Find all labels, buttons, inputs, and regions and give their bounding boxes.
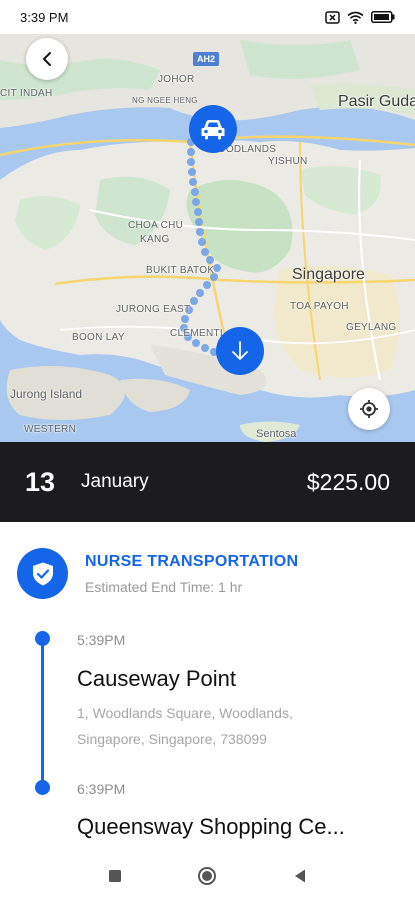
pickup-time: 5:39PM (77, 632, 126, 648)
map-label: CHOA CHU (128, 220, 184, 231)
map-label: BUKIT BATOK (146, 265, 215, 276)
recents-icon[interactable] (108, 869, 122, 883)
pickup-location: Causeway Point (77, 666, 236, 691)
dropoff-time: 6:39PM (77, 781, 126, 797)
map-label: TOA PAYOH (290, 301, 349, 312)
map-label: CLEMENTI (170, 328, 223, 339)
map-base (0, 30, 415, 442)
timeline-dot (35, 780, 50, 795)
service-estimate: Estimated End Time: 1 hr (85, 579, 243, 595)
pickup-marker[interactable] (189, 105, 237, 153)
map-label: Jurong Island (10, 387, 83, 401)
wifi-icon (347, 11, 364, 24)
status-time: 3:39 PM (20, 9, 69, 25)
map-label: KANG (140, 234, 170, 245)
shield-check-icon (32, 562, 53, 585)
map-label: YISHUN (268, 156, 308, 167)
map-label: JOHOR (158, 74, 195, 85)
map-view[interactable]: AH2 JOHOR CIT INDAH NG NGEE HENG WOODLAN… (0, 30, 415, 442)
booking-summary-bar: 13 January $225.00 (0, 442, 415, 522)
status-icons (325, 10, 395, 24)
home-icon[interactable] (197, 866, 217, 886)
map-label: GEYLANG (346, 322, 397, 333)
timeline-dot (35, 631, 50, 646)
arrow-down-icon (232, 341, 248, 360)
booking-day: 13 (25, 466, 56, 497)
battery-icon (371, 11, 395, 23)
status-bar: 3:39 PM (0, 0, 415, 34)
system-nav-bar (0, 852, 415, 900)
service-title: NURSE TRANSPORTATION (85, 553, 299, 570)
dropoff-marker[interactable] (216, 327, 264, 375)
map-label: Singapore (292, 266, 365, 283)
car-icon (201, 120, 225, 140)
pickup-address: 1, Woodlands Square, Woodlands, Singapor… (77, 705, 293, 747)
back-triangle-icon[interactable] (293, 868, 307, 884)
dropoff-location: Queensway Shopping Ce... (77, 814, 345, 839)
service-header: NURSE TRANSPORTATION Estimated End Time:… (17, 548, 298, 599)
close-box-icon (325, 10, 340, 24)
service-badge (17, 548, 68, 599)
highway-shield: AH2 (193, 52, 220, 66)
crosshair-icon (360, 400, 378, 418)
map-label: NG NGEE HENG (132, 96, 198, 105)
timeline-line (41, 640, 44, 787)
chevron-left-icon (43, 52, 51, 66)
map-label: JURONG EAST (116, 304, 191, 315)
back-button[interactable] (26, 38, 68, 80)
map-label: WESTERN (24, 424, 77, 435)
map-label: BOON LAY (72, 332, 125, 343)
booking-month: January (81, 471, 149, 492)
map-label: Sentosa (256, 428, 297, 440)
my-location-button[interactable] (348, 388, 390, 430)
map-label: CIT INDAH (0, 88, 53, 99)
map-label: Pasir Guda (338, 93, 415, 110)
booking-price: $225.00 (306, 468, 390, 495)
